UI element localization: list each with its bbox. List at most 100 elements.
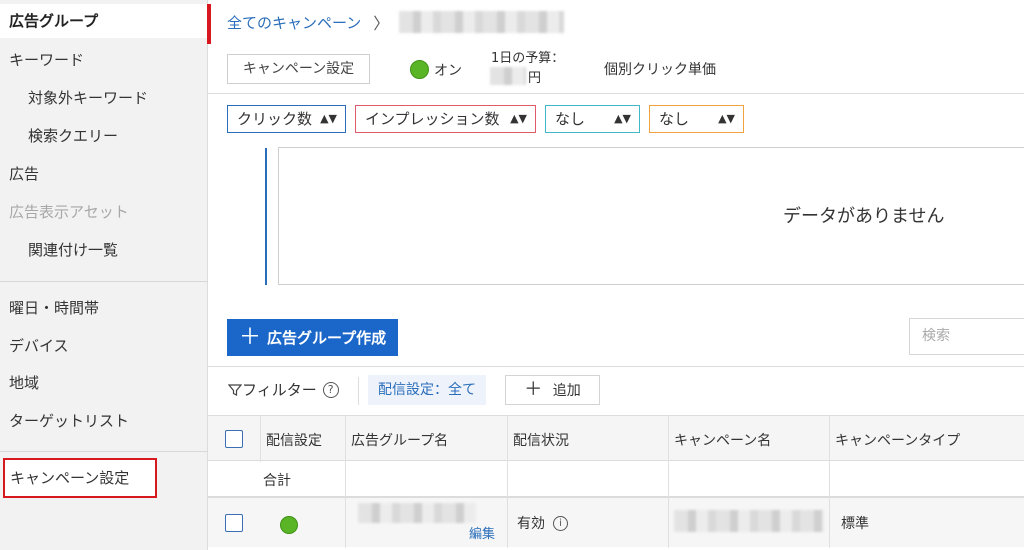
daily-budget-value-redacted <box>490 67 526 85</box>
column-header-delivery[interactable]: 配信設定 <box>266 430 322 450</box>
header-divider <box>208 93 1024 94</box>
table-total-row: 合計 <box>208 461 1024 497</box>
metric-select-label: インプレッション数 <box>365 110 500 128</box>
select-all-checkbox[interactable] <box>225 430 243 448</box>
total-label: 合計 <box>263 473 291 489</box>
sidebar-item-label: キーワード <box>9 51 85 69</box>
campaign-name-redacted <box>674 510 824 532</box>
row-checkbox[interactable] <box>225 514 243 532</box>
sidebar-item-campaign-settings[interactable]: キャンペーン設定 <box>3 458 157 498</box>
filter-chip-delivery[interactable]: 配信設定：全て <box>368 375 486 405</box>
status-on-icon <box>410 60 429 79</box>
edit-link[interactable]: 編集 <box>469 523 495 542</box>
add-filter-label: 追加 <box>552 383 581 399</box>
sidebar-item-label: 曜日・時間帯 <box>9 299 100 317</box>
column-divider <box>345 498 346 548</box>
sort-arrows-icon: ▲▼ <box>614 112 631 125</box>
column-divider <box>668 416 669 462</box>
sidebar: 広告グループ キーワード 対象外キーワード 検索クエリー 広告 広告表示アセット… <box>0 0 211 550</box>
help-icon[interactable]: ? <box>322 381 339 398</box>
sidebar-item-label: デバイス <box>9 337 69 355</box>
metric-select-2[interactable]: インプレッション数 ▲▼ <box>355 105 536 133</box>
sidebar-item-target-lists[interactable]: ターゲットリスト <box>0 404 207 438</box>
sidebar-item-label: 広告表示アセット <box>9 203 129 221</box>
breadcrumb: 全てのキャンペーン 〉 <box>227 10 565 34</box>
campaign-type-value: 標準 <box>841 516 869 532</box>
plus-icon: ＋ <box>524 379 543 400</box>
sidebar-item-label: 広告グループ <box>9 12 99 30</box>
sidebar-item-label: 関連付け一覧 <box>28 241 119 259</box>
column-divider <box>507 416 508 462</box>
metric-select-1[interactable]: クリック数 ▲▼ <box>227 105 346 133</box>
metric-select-3[interactable]: なし ▲▼ <box>545 105 640 133</box>
sidebar-divider <box>0 281 207 282</box>
metric-select-label: なし <box>659 110 690 128</box>
sidebar-divider <box>0 451 207 452</box>
breadcrumb-campaign-name-redacted <box>399 11 565 33</box>
filter-bar: フィルター ? 配信設定：全て ＋ 追加 <box>208 367 1024 414</box>
breadcrumb-all-campaigns[interactable]: 全てのキャンペーン <box>227 12 361 33</box>
chart-border <box>279 147 1024 148</box>
ad-group-name-redacted[interactable] <box>358 503 476 523</box>
column-divider <box>507 498 508 548</box>
sidebar-item-ad-assets: 広告表示アセット <box>0 195 207 229</box>
chart-axis-marker <box>265 148 267 285</box>
column-header-campaign-name[interactable]: キャンペーン名 <box>674 430 771 450</box>
sidebar-item-negative-keywords[interactable]: 対象外キーワード <box>0 81 207 115</box>
column-divider <box>668 498 669 548</box>
add-filter-button[interactable]: ＋ 追加 <box>505 375 600 405</box>
sidebar-item-ads[interactable]: 広告 <box>0 157 207 191</box>
metric-select-label: なし <box>555 110 586 128</box>
sidebar-item-label: 検索クエリー <box>28 127 119 145</box>
info-icon[interactable]: i <box>553 515 568 531</box>
column-header-campaign-type[interactable]: キャンペーンタイプ <box>835 430 960 450</box>
filter-button[interactable]: フィルター ? <box>228 379 339 400</box>
column-header-ad-group-name[interactable]: 広告グループ名 <box>351 430 448 450</box>
metric-select-4[interactable]: なし ▲▼ <box>649 105 744 133</box>
column-divider <box>345 461 346 497</box>
sidebar-item-label: キャンペーン設定 <box>10 469 130 487</box>
sidebar-item-label: 広告 <box>9 165 40 183</box>
status-on-icon[interactable] <box>280 516 298 534</box>
column-divider <box>829 461 830 497</box>
search-input[interactable]: 検索 <box>909 318 1024 355</box>
sort-arrows-icon: ▲▼ <box>718 112 735 125</box>
filter-separator <box>358 377 359 405</box>
filter-funnel-icon <box>228 383 242 396</box>
sidebar-item-label: ターゲットリスト <box>9 412 130 430</box>
cpc-label: 個別クリック単価 <box>604 62 716 78</box>
daily-budget-unit: 円 <box>528 71 542 86</box>
filter-label: フィルター <box>242 381 317 399</box>
status-label: オン <box>434 63 462 79</box>
delivery-status-value: 有効 <box>517 516 545 532</box>
column-divider <box>260 416 261 462</box>
daily-budget-label: 1日の予算： <box>491 51 565 66</box>
column-divider <box>829 498 830 548</box>
campaign-settings-button[interactable]: キャンペーン設定 <box>227 54 370 84</box>
sidebar-item-associations[interactable]: 関連付け一覧 <box>0 233 207 267</box>
delivery-status-cell: 有効 i <box>517 513 568 533</box>
sidebar-item-label: 対象外キーワード <box>28 89 149 107</box>
column-divider <box>507 461 508 497</box>
column-header-delivery-status[interactable]: 配信状況 <box>513 430 569 450</box>
main-content: 全てのキャンペーン 〉 キャンペーン設定 オン 1日の予算： 円 個別クリック単… <box>208 0 1024 550</box>
sort-arrows-icon: ▲▼ <box>510 112 527 125</box>
sidebar-item-devices[interactable]: デバイス <box>0 329 207 363</box>
column-divider <box>829 416 830 462</box>
table-header: 配信設定 広告グループ名 配信状況 キャンペーン名 キャンペーンタイプ <box>208 415 1024 462</box>
chart-border <box>279 284 1024 285</box>
plus-icon: ＋ <box>239 324 262 350</box>
chart-no-data-message: データがありません <box>783 206 945 227</box>
sidebar-item-regions[interactable]: 地域 <box>0 366 207 400</box>
column-divider <box>345 416 346 462</box>
sidebar-item-search-queries[interactable]: 検索クエリー <box>0 119 207 153</box>
column-divider <box>668 461 669 497</box>
create-ad-group-button[interactable]: ＋ 広告グループ作成 <box>227 319 398 356</box>
sidebar-item-keywords[interactable]: キーワード <box>0 43 207 77</box>
sort-arrows-icon: ▲▼ <box>320 112 337 125</box>
sidebar-item-ad-groups[interactable]: 広告グループ <box>0 4 211 44</box>
sidebar-item-day-time[interactable]: 曜日・時間帯 <box>0 291 207 325</box>
metric-select-label: クリック数 <box>237 110 313 128</box>
chevron-right-icon: 〉 <box>373 14 390 33</box>
table-row: 編集 有効 i 標準 <box>208 497 1024 548</box>
